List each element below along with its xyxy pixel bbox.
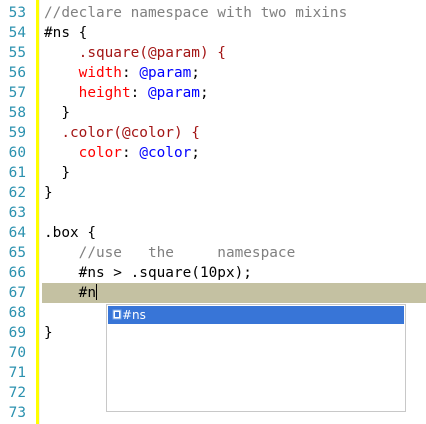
property-name: width (44, 65, 122, 81)
line-number: 57 (8, 85, 26, 101)
autocomplete-popup: #ns (106, 304, 406, 412)
line-number: 70 (8, 345, 26, 361)
line-number: 55 (8, 45, 26, 61)
line-number: 60 (8, 145, 26, 161)
less-mixin-icon (112, 309, 122, 320)
line-number: 53 (8, 5, 26, 21)
text-caret (95, 284, 97, 300)
typed-text: #n (44, 285, 96, 301)
line-number: 63 (8, 205, 26, 221)
line-number: 64 (8, 225, 26, 241)
code-line-61: } (44, 165, 70, 181)
code-line-60: color: @color; (44, 145, 200, 161)
property-name: height (44, 85, 131, 101)
code-line-53: //declare namespace with two mixins (44, 5, 348, 21)
code-line-64: .box { (44, 225, 96, 241)
line-number: 62 (8, 185, 26, 201)
line-number: 67 (8, 285, 26, 301)
line-number: 69 (8, 325, 26, 341)
line-number: 66 (8, 265, 26, 281)
code-line-56: width: @param; (44, 65, 200, 81)
code-line-69: } (44, 325, 53, 341)
code-line-57: height: @param; (44, 85, 209, 101)
code-line-58: } (44, 105, 70, 121)
line-number: 58 (8, 105, 26, 121)
code-line-65: //use the namespace (44, 245, 296, 261)
autocomplete-item-ns[interactable]: #ns (108, 306, 404, 324)
code-line-59: .color(@color) { (44, 125, 200, 141)
line-number: 72 (8, 385, 26, 401)
property-value: @param (147, 85, 200, 101)
code-line-67: #n (44, 283, 97, 303)
code-line-66: #ns > .square(10px); (44, 265, 252, 281)
line-number: 65 (8, 245, 26, 261)
line-number: 59 (8, 125, 26, 141)
line-number: 56 (8, 65, 26, 81)
code-line-62: } (44, 185, 53, 201)
line-number: 54 (8, 25, 26, 41)
line-number: 68 (8, 305, 26, 321)
property-value: @param (139, 65, 192, 81)
gutter-divider (39, 0, 40, 424)
line-number: 61 (8, 165, 26, 181)
line-number-gutter: 53 54 55 56 57 58 59 60 61 62 63 64 65 66 67 68 69 70 71 72… (0, 0, 34, 424)
line-number: 71 (8, 365, 26, 381)
property-value: @color (139, 145, 192, 161)
code-line-54: #ns { (44, 25, 88, 41)
line-number: 73 (8, 405, 26, 421)
current-line-highlight (42, 283, 426, 303)
property-name: color (44, 145, 122, 161)
autocomplete-item-label: #ns (122, 308, 146, 322)
code-line-55: .square(@param) { (44, 45, 226, 61)
